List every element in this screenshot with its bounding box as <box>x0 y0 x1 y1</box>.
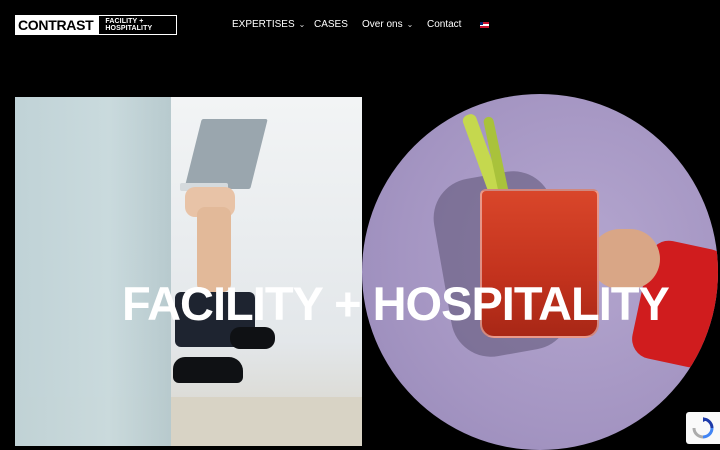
nav-item-contact[interactable]: Contact <box>427 18 461 32</box>
nav-item-label: Over ons <box>362 19 403 30</box>
frosted-glass-partition <box>15 97 171 446</box>
nav-item-cases[interactable]: CASES <box>314 18 348 32</box>
recaptcha-icon <box>692 417 714 439</box>
nav-item-expertises[interactable]: EXPERTISES ⌄ <box>232 18 305 32</box>
hero-headline: FACILITY + HOSPITALITY <box>122 277 670 331</box>
hero-photo-office <box>15 97 362 446</box>
person-shoe-front <box>173 357 243 383</box>
site-header: CONTRAST FACILITY + HOSPITALITY EXPERTIS… <box>0 0 720 50</box>
nav-item-label: Contact <box>427 19 462 30</box>
recaptcha-badge[interactable] <box>686 412 720 444</box>
hero-photo-drink <box>362 94 718 450</box>
chevron-down-icon: ⌄ <box>298 20 306 29</box>
nav-item-label: EXPERTISES <box>232 19 295 30</box>
nav-item-label: CASES <box>314 19 348 30</box>
uk-flag-icon[interactable] <box>480 22 489 28</box>
chevron-down-icon: ⌄ <box>406 20 414 29</box>
nav-item-over-ons[interactable]: Over ons ⌄ <box>362 18 413 32</box>
main-nav: EXPERTISES ⌄ CASES Over ons ⌄ Contact <box>0 0 720 50</box>
